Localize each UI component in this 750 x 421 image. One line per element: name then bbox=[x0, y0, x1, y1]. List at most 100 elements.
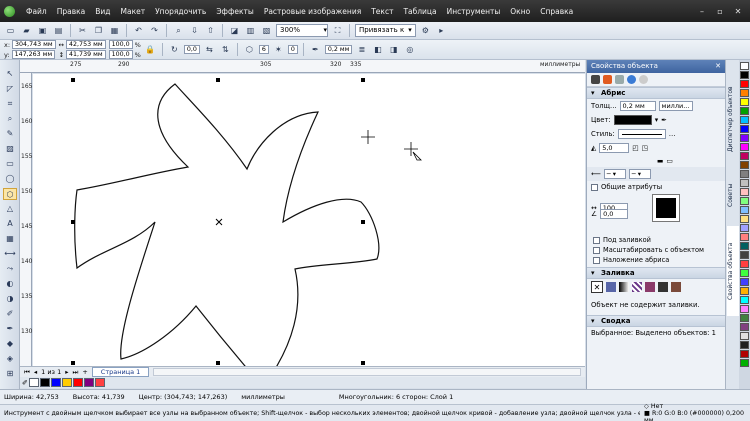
zoom-tool-icon[interactable]: ⌕ bbox=[3, 113, 17, 125]
palette-color-swatch[interactable] bbox=[740, 242, 749, 250]
effects-icon[interactable] bbox=[627, 75, 636, 84]
palette-color-swatch[interactable] bbox=[740, 341, 749, 349]
outline-section-header[interactable]: Абрис bbox=[587, 87, 725, 99]
tab-hints[interactable]: Советы bbox=[727, 170, 739, 220]
palette-color-swatch[interactable] bbox=[740, 89, 749, 97]
palette-color-swatch[interactable] bbox=[740, 152, 749, 160]
summary-section-header[interactable]: Сводка bbox=[587, 315, 725, 327]
basic-shapes-icon[interactable]: △ bbox=[3, 203, 17, 215]
palette-color-swatch[interactable] bbox=[740, 305, 749, 313]
color-swatch[interactable] bbox=[50, 378, 61, 387]
selection-handle[interactable] bbox=[71, 220, 75, 224]
palette-color-swatch[interactable] bbox=[740, 215, 749, 223]
minimize-button[interactable]: – bbox=[696, 7, 708, 16]
palette-color-swatch[interactable] bbox=[740, 251, 749, 259]
line-cap-round-icon[interactable]: ▭ bbox=[666, 157, 672, 165]
palette-color-swatch[interactable] bbox=[740, 260, 749, 268]
menu-item-bitmaps[interactable]: Растровые изображения bbox=[259, 7, 366, 16]
palette-color-swatch[interactable] bbox=[740, 98, 749, 106]
no-fill-icon[interactable]: ✕ bbox=[591, 281, 603, 293]
selection-handle[interactable] bbox=[216, 361, 220, 365]
rotate-icon[interactable]: ↻ bbox=[168, 43, 181, 56]
docker-close-icon[interactable]: ✕ bbox=[715, 60, 721, 73]
menu-item-view[interactable]: Вид bbox=[90, 7, 115, 16]
print-icon[interactable]: ▤ bbox=[52, 24, 65, 37]
color-swatch[interactable] bbox=[72, 378, 83, 387]
texture-fill-icon[interactable] bbox=[645, 282, 655, 292]
palette-color-swatch[interactable] bbox=[740, 170, 749, 178]
selection-handle[interactable] bbox=[361, 220, 365, 224]
palette-color-swatch[interactable] bbox=[740, 116, 749, 124]
mirror-vertical-icon[interactable]: ⇅ bbox=[219, 43, 232, 56]
undo-icon[interactable]: ↶ bbox=[132, 24, 145, 37]
selection-handle[interactable] bbox=[361, 361, 365, 365]
selection-handle[interactable] bbox=[71, 78, 75, 82]
app-launcher-icon[interactable]: ◪ bbox=[228, 24, 241, 37]
palette-color-swatch[interactable] bbox=[740, 125, 749, 133]
sharpness-field[interactable]: 0 bbox=[287, 45, 298, 54]
polygon-star-shape[interactable] bbox=[74, 83, 380, 366]
color-swatch[interactable] bbox=[94, 378, 105, 387]
mirror-horizontal-icon[interactable]: ⇆ bbox=[203, 43, 216, 56]
polygon-tool-icon[interactable]: ⬡ bbox=[3, 188, 17, 200]
publish-icon[interactable]: ▧ bbox=[260, 24, 273, 37]
color-swatch[interactable] bbox=[61, 378, 72, 387]
crop-tool-icon[interactable]: ⌗ bbox=[3, 98, 17, 110]
color-swatch[interactable] bbox=[39, 378, 50, 387]
menu-item-arrange[interactable]: Упорядочить bbox=[150, 7, 211, 16]
palette-color-swatch[interactable] bbox=[740, 224, 749, 232]
scale-with-object-checkbox[interactable] bbox=[593, 246, 600, 254]
corner-join-icon[interactable]: ◰ bbox=[632, 144, 638, 152]
snap-to-dropdown[interactable]: Привязать к ▾ bbox=[355, 24, 416, 37]
redo-icon[interactable]: ↷ bbox=[148, 24, 161, 37]
ellipse-tool-icon[interactable]: ◯ bbox=[3, 173, 17, 185]
tab-object-manager[interactable]: Диспетчер объектов bbox=[727, 74, 739, 164]
interactive-fill-icon[interactable]: ◈ bbox=[3, 353, 17, 365]
to-back-icon[interactable]: ◨ bbox=[387, 43, 400, 56]
menu-item-text[interactable]: Текст bbox=[366, 7, 398, 16]
scale-x-field[interactable]: 100,0 bbox=[108, 40, 133, 49]
outline-color-picker[interactable] bbox=[613, 115, 652, 125]
palette-color-swatch[interactable] bbox=[740, 323, 749, 331]
palette-color-swatch[interactable] bbox=[740, 143, 749, 151]
freehand-tool-icon[interactable]: ✎ bbox=[3, 128, 17, 140]
options-gear-icon[interactable]: ⚙ bbox=[419, 24, 432, 37]
scale-y-field[interactable]: 100,0 bbox=[108, 50, 133, 59]
selection-handle[interactable] bbox=[361, 78, 365, 82]
menu-item-effects[interactable]: Эффекты bbox=[211, 7, 259, 16]
palette-color-swatch[interactable] bbox=[740, 359, 749, 367]
thickness-field[interactable]: 0,2 мм bbox=[619, 101, 656, 111]
palette-color-swatch[interactable] bbox=[740, 233, 749, 241]
dimension-tool-icon[interactable]: ⟷ bbox=[3, 248, 17, 260]
eyedropper-tool-icon[interactable]: ✐ bbox=[3, 308, 17, 320]
text-tool-icon[interactable]: A bbox=[3, 218, 17, 230]
summary-icon[interactable] bbox=[639, 75, 648, 84]
corner-round-icon[interactable]: ◳ bbox=[642, 144, 648, 152]
connector-tool-icon[interactable]: ⤳ bbox=[3, 263, 17, 275]
selection-handle[interactable] bbox=[71, 361, 75, 365]
to-front-icon[interactable]: ◧ bbox=[371, 43, 384, 56]
menu-item-help[interactable]: Справка bbox=[535, 7, 578, 16]
y-position-field[interactable]: 147,263 мм bbox=[11, 50, 56, 59]
palette-color-swatch[interactable] bbox=[740, 278, 749, 286]
drawing-canvas[interactable] bbox=[33, 74, 585, 366]
fill-tool-icon[interactable]: ◆ bbox=[3, 338, 17, 350]
palette-color-swatch[interactable] bbox=[740, 332, 749, 340]
angle-field[interactable]: 0,0 bbox=[600, 209, 629, 219]
save-icon[interactable]: ▣ bbox=[36, 24, 49, 37]
selection-handle[interactable] bbox=[216, 78, 220, 82]
wrap-text-icon[interactable]: ≣ bbox=[355, 43, 368, 56]
palette-color-swatch[interactable] bbox=[740, 188, 749, 196]
options-arrow-icon[interactable]: ▸ bbox=[435, 24, 448, 37]
full-screen-icon[interactable]: ⛶ bbox=[331, 24, 344, 37]
pick-tool-icon[interactable]: ↖ bbox=[3, 68, 17, 80]
welcome-screen-icon[interactable]: ▥ bbox=[244, 24, 257, 37]
palette-color-swatch[interactable] bbox=[740, 161, 749, 169]
vertical-ruler[interactable]: 165 160 155 150 145 140 135 130 bbox=[20, 73, 32, 366]
arrow-end-dropdown[interactable]: ─ ▾ bbox=[628, 169, 651, 179]
menu-item-window[interactable]: Окно bbox=[505, 7, 535, 16]
palette-color-swatch[interactable] bbox=[740, 314, 749, 322]
arrow-start-dropdown[interactable]: ─ ▾ bbox=[603, 169, 626, 179]
transparency-icon[interactable] bbox=[615, 75, 624, 84]
copy-icon[interactable]: ❐ bbox=[92, 24, 105, 37]
